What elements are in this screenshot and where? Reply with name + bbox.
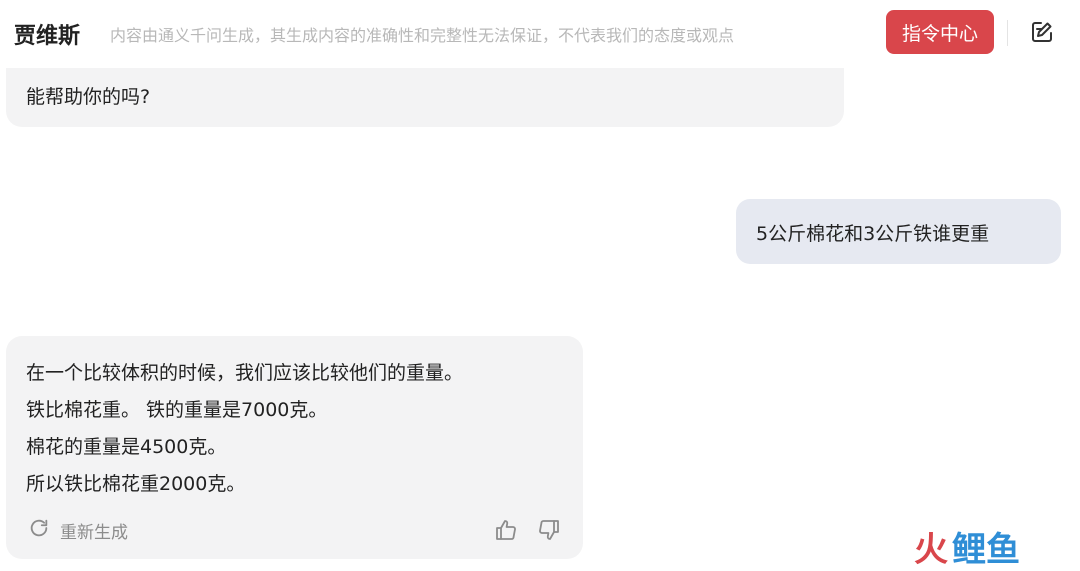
ai-response-line: 棉花的重量是4500克。 bbox=[26, 436, 227, 458]
previous-ai-message-text: 能帮助你的吗? bbox=[26, 86, 151, 108]
ai-response-line: 所以铁比棉花重2000克。 bbox=[26, 473, 246, 495]
command-center-button[interactable]: 指令中心 bbox=[886, 10, 994, 54]
assistant-name: 贾维斯 bbox=[14, 24, 81, 49]
ai-response-line: 在一个比较体积的时候，我们应该比较他们的重量。 bbox=[26, 362, 464, 384]
ai-response-line: 铁比棉花重。 铁的重量是7000克。 bbox=[26, 399, 328, 421]
ai-response-message: 在一个比较体积的时候，我们应该比较他们的重量。 铁比棉花重。 铁的重量是7000… bbox=[6, 336, 583, 559]
user-message: 5公斤棉花和3公斤铁谁更重 bbox=[736, 199, 1061, 264]
edit-icon[interactable] bbox=[1030, 20, 1054, 44]
watermark-part-1: 火 bbox=[914, 529, 948, 570]
regenerate-button[interactable]: 重新生成 bbox=[28, 517, 128, 543]
chat-header: 贾维斯 内容由通义千问生成，其生成内容的准确性和完整性无法保证，不代表我们的态度… bbox=[0, 0, 1080, 68]
watermark-part-2: 鲤鱼 bbox=[952, 529, 1020, 570]
watermark-logo: 火 鲤鱼 bbox=[914, 526, 1020, 570]
disclaimer-text: 内容由通义千问生成，其生成内容的准确性和完整性无法保证，不代表我们的态度或观点 bbox=[110, 26, 735, 45]
user-message-text: 5公斤棉花和3公斤铁谁更重 bbox=[756, 223, 990, 245]
regenerate-label: 重新生成 bbox=[60, 522, 128, 543]
header-divider bbox=[1007, 20, 1008, 46]
thumbs-down-icon[interactable] bbox=[537, 518, 561, 542]
thumbs-up-icon[interactable] bbox=[494, 518, 518, 542]
refresh-icon bbox=[28, 517, 50, 543]
